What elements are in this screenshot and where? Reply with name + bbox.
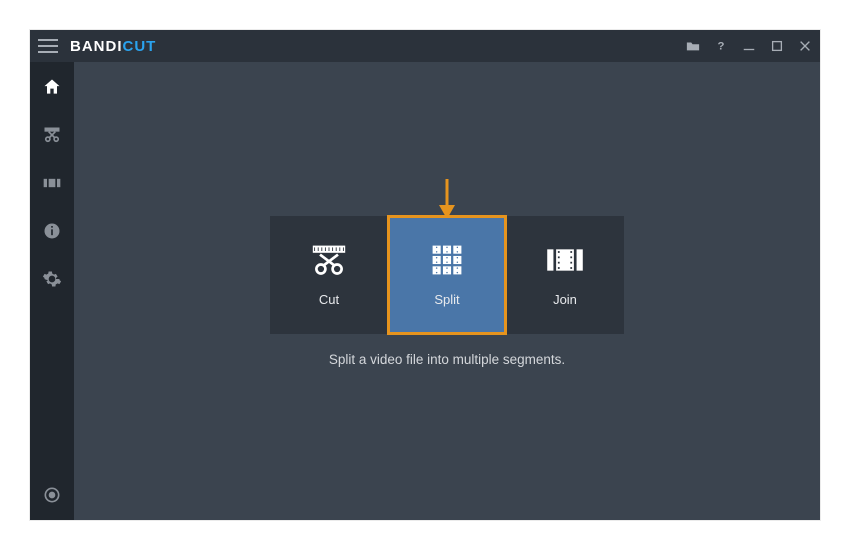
split-icon <box>425 242 469 278</box>
sidebar-item-cut[interactable] <box>41 124 63 146</box>
svg-text:?: ? <box>718 41 725 53</box>
action-split-label: Split <box>434 292 459 307</box>
join-icon <box>543 242 587 278</box>
action-join[interactable]: Join <box>506 216 624 334</box>
sidebar <box>30 62 74 520</box>
brand-part1: BANDI <box>70 38 123 55</box>
sidebar-item-join[interactable] <box>41 172 63 194</box>
open-file-button[interactable] <box>686 39 700 53</box>
sidebar-item-home[interactable] <box>41 76 63 98</box>
cut-icon <box>307 242 351 278</box>
titlebar: BANDICUT ? <box>30 30 820 62</box>
action-split[interactable]: Split <box>388 216 506 334</box>
minimize-button[interactable] <box>742 39 756 53</box>
app-window: BANDICUT ? <box>30 30 820 520</box>
action-cut[interactable]: Cut <box>270 216 388 334</box>
main-content: Cut <box>74 62 820 520</box>
menu-button[interactable] <box>38 35 60 57</box>
action-join-label: Join <box>553 292 577 307</box>
action-cut-label: Cut <box>319 292 339 307</box>
sidebar-item-info[interactable] <box>41 220 63 242</box>
action-description: Split a video file into multiple segment… <box>329 352 565 367</box>
sidebar-item-record[interactable] <box>41 484 63 506</box>
brand-part2: CUT <box>123 38 157 55</box>
window-controls: ? <box>686 39 812 53</box>
maximize-button[interactable] <box>770 39 784 53</box>
action-row: Cut <box>270 216 624 334</box>
sidebar-item-settings[interactable] <box>41 268 63 290</box>
help-button[interactable]: ? <box>714 39 728 53</box>
annotation-arrow-icon <box>436 177 458 221</box>
close-button[interactable] <box>798 39 812 53</box>
app-logo: BANDICUT <box>70 38 156 55</box>
